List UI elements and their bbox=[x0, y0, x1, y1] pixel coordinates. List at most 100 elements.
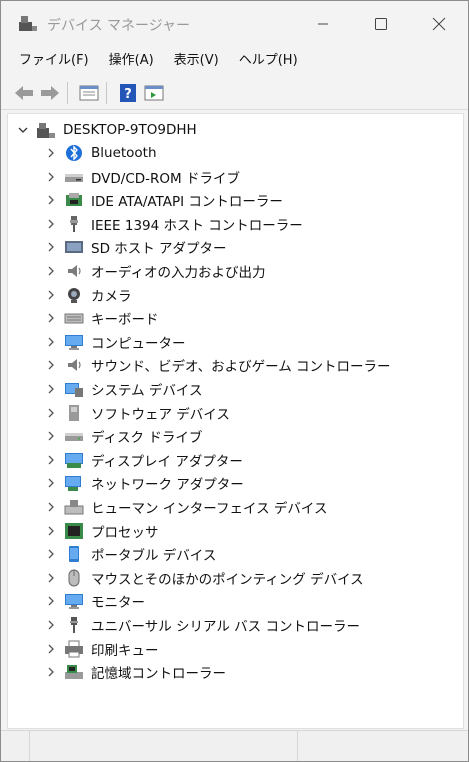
chevron-right-icon[interactable] bbox=[46, 526, 56, 536]
minimize-button[interactable] bbox=[294, 1, 352, 47]
chevron-right-icon[interactable] bbox=[46, 195, 56, 205]
printer-icon bbox=[64, 640, 84, 658]
menu-view[interactable]: 表示(V) bbox=[164, 47, 229, 75]
tree-item[interactable]: ヒューマン インターフェイス デバイス bbox=[46, 496, 327, 518]
status-cell bbox=[297, 731, 467, 761]
forward-button[interactable] bbox=[39, 82, 61, 104]
chevron-right-icon[interactable] bbox=[46, 620, 56, 630]
help-button[interactable]: ? bbox=[117, 82, 139, 104]
tree-item-label: 記憶域コントローラー bbox=[91, 666, 226, 683]
tree-item[interactable]: 記憶域コントローラー bbox=[46, 661, 226, 683]
tree-item-label: プロセッサ bbox=[91, 524, 159, 541]
title-bar: デバイス マネージャー bbox=[1, 1, 468, 47]
menu-bar: ファイル(F) 操作(A) 表示(V) ヘルプ(H) bbox=[1, 47, 468, 75]
help-icon: ? bbox=[120, 84, 136, 102]
tree-item[interactable]: SD ホスト アダプター bbox=[46, 236, 227, 258]
tree-item-label: 印刷キュー bbox=[91, 642, 159, 659]
menu-file[interactable]: ファイル(F) bbox=[9, 47, 99, 75]
tree-item-label: SD ホスト アダプター bbox=[91, 241, 227, 258]
tree-item[interactable]: ディスク ドライブ bbox=[46, 425, 202, 447]
dvd-drive-icon bbox=[64, 168, 84, 186]
show-hidden-button[interactable] bbox=[143, 82, 165, 104]
menu-action[interactable]: 操作(A) bbox=[99, 47, 164, 75]
chevron-right-icon[interactable] bbox=[46, 148, 56, 158]
tree-item-label: キーボード bbox=[91, 312, 159, 329]
tree-item[interactable]: IDE ATA/ATAPI コントローラー bbox=[46, 189, 283, 211]
tree-item-label: サウンド、ビデオ、およびゲーム コントローラー bbox=[91, 359, 391, 376]
status-bar bbox=[1, 730, 468, 761]
chevron-right-icon[interactable] bbox=[46, 596, 56, 606]
tree-item-label: カメラ bbox=[91, 288, 132, 305]
tree-root[interactable]: DESKTOP-9TO9DHH bbox=[18, 119, 197, 141]
tree-item-label: ネットワーク アダプター bbox=[91, 477, 244, 494]
tree-item[interactable]: プロセッサ bbox=[46, 520, 159, 542]
tree-item-label: ヒューマン インターフェイス デバイス bbox=[91, 501, 328, 517]
tree-item-label: IEEE 1394 ホスト コントローラー bbox=[91, 217, 303, 234]
window-title: デバイス マネージャー bbox=[47, 18, 191, 34]
chevron-right-icon[interactable] bbox=[46, 573, 56, 583]
tree-item[interactable]: ネットワーク アダプター bbox=[46, 472, 244, 494]
menu-help[interactable]: ヘルプ(H) bbox=[229, 47, 308, 75]
chevron-down-icon[interactable] bbox=[18, 125, 28, 135]
back-button[interactable] bbox=[13, 82, 35, 104]
chevron-right-icon[interactable] bbox=[46, 290, 56, 300]
speaker-icon bbox=[64, 356, 84, 374]
chevron-right-icon[interactable] bbox=[46, 242, 56, 252]
monitor-icon bbox=[64, 592, 84, 610]
tree-item[interactable]: Bluetooth bbox=[46, 142, 157, 164]
tree-item[interactable]: コンピューター bbox=[46, 331, 186, 353]
device-tree[interactable]: DESKTOP-9TO9DHH Bluetooth DVD/CD-ROM ドライブ… bbox=[7, 113, 464, 729]
portable-device-icon bbox=[64, 545, 84, 563]
close-button[interactable] bbox=[410, 1, 468, 47]
minimize-icon bbox=[318, 23, 328, 25]
chevron-right-icon[interactable] bbox=[46, 455, 56, 465]
chevron-right-icon[interactable] bbox=[46, 431, 56, 441]
tree-item[interactable]: DVD/CD-ROM ドライブ bbox=[46, 166, 240, 188]
speaker-icon bbox=[64, 262, 84, 280]
chevron-right-icon[interactable] bbox=[46, 644, 56, 654]
chevron-right-icon[interactable] bbox=[46, 502, 56, 512]
device-manager-app-icon bbox=[18, 14, 38, 32]
tree-item[interactable]: カメラ bbox=[46, 284, 132, 306]
device-manager-window: デバイス マネージャー ファイル(F) 操作(A) 表示(V) ヘルプ(H) ? bbox=[0, 0, 469, 762]
tree-item[interactable]: モニター bbox=[46, 590, 145, 612]
tree-item[interactable]: IEEE 1394 ホスト コントローラー bbox=[46, 213, 303, 235]
maximize-button[interactable] bbox=[352, 1, 410, 47]
tree-item[interactable]: マウスとそのほかのポインティング デバイス bbox=[46, 567, 364, 589]
chevron-right-icon[interactable] bbox=[46, 478, 56, 488]
display-adapter-icon bbox=[64, 451, 84, 469]
tree-item[interactable]: オーディオの入力および出力 bbox=[46, 260, 266, 282]
chevron-right-icon[interactable] bbox=[46, 408, 56, 418]
chevron-right-icon[interactable] bbox=[46, 549, 56, 559]
chevron-right-icon[interactable] bbox=[46, 266, 56, 276]
chevron-right-icon[interactable] bbox=[46, 313, 56, 323]
chevron-right-icon[interactable] bbox=[46, 172, 56, 182]
tree-item[interactable]: システム デバイス bbox=[46, 378, 202, 400]
properties-view-button[interactable] bbox=[78, 82, 100, 104]
chevron-right-icon[interactable] bbox=[46, 219, 56, 229]
close-icon bbox=[432, 17, 446, 31]
svg-text:?: ? bbox=[124, 87, 132, 102]
toolbar-separator bbox=[106, 82, 107, 104]
tree-item[interactable]: キーボード bbox=[46, 307, 159, 329]
monitor-icon bbox=[64, 333, 84, 351]
tree-item[interactable]: ソフトウェア デバイス bbox=[46, 402, 230, 424]
chevron-right-icon[interactable] bbox=[46, 667, 56, 677]
tree-item[interactable]: サウンド、ビデオ、およびゲーム コントローラー bbox=[46, 354, 391, 376]
tree-item-label: IDE ATA/ATAPI コントローラー bbox=[91, 194, 283, 211]
tree-item[interactable]: ポータブル デバイス bbox=[46, 543, 216, 565]
chevron-right-icon[interactable] bbox=[46, 384, 56, 394]
computer-icon bbox=[36, 121, 56, 139]
chevron-right-icon[interactable] bbox=[46, 360, 56, 370]
status-cell bbox=[1, 731, 30, 761]
tree-item[interactable]: ディスプレイ アダプター bbox=[46, 449, 243, 471]
software-device-icon bbox=[64, 404, 84, 422]
maximize-icon bbox=[375, 18, 387, 30]
tree-item[interactable]: ユニバーサル シリアル バス コントローラー bbox=[46, 614, 360, 636]
chevron-right-icon[interactable] bbox=[46, 337, 56, 347]
network-adapter-icon bbox=[64, 474, 84, 492]
tree-item-label: DVD/CD-ROM ドライブ bbox=[91, 170, 240, 187]
status-cell bbox=[29, 731, 298, 761]
tree-item[interactable]: 印刷キュー bbox=[46, 638, 159, 660]
back-arrow-icon bbox=[15, 86, 33, 100]
